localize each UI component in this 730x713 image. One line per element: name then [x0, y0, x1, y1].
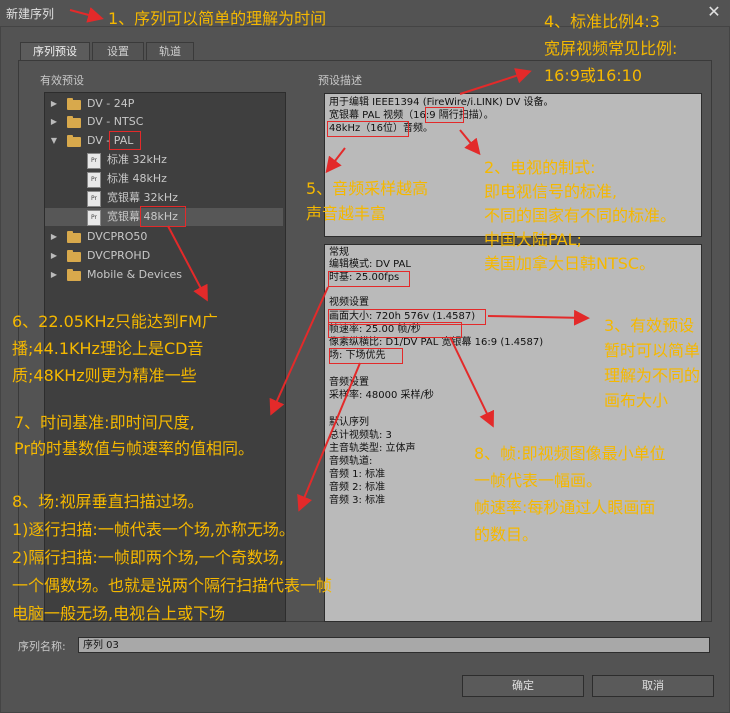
arrow-2 — [459, 129, 481, 156]
arrow-1 — [69, 7, 104, 23]
arrow-8-field — [297, 362, 361, 512]
sequence-name-label: 序列名称: — [18, 640, 66, 653]
arrow-6 — [167, 225, 208, 302]
arrow-5 — [325, 147, 346, 174]
sequence-name-input[interactable]: 序列 03 — [78, 637, 710, 653]
annotation-3: 3、有效预设 暂时可以简单 理解为不同的 画布大小 — [604, 316, 701, 410]
cancel-button[interactable]: 取消 — [592, 675, 714, 697]
annotation-5: 5、音频采样越高 声音越丰富 — [306, 179, 429, 223]
annotation-1: 1、序列可以简单的理解为时间 — [108, 9, 327, 28]
annotation-8-frame: 8、帧:即视频图像最小单位 一帧代表一幅画。 帧速率:每秒通过人眼画面 的数目。 — [474, 444, 666, 544]
arrow-8-frame — [449, 336, 494, 428]
annotation-2: 2、电视的制式: 即电视信号的标准, 不同的国家有不同的标准。 中国大陆PAL;… — [484, 158, 677, 273]
arrow-4 — [459, 68, 532, 95]
arrow-7 — [269, 286, 329, 416]
ok-button[interactable]: 确定 — [462, 675, 584, 697]
annotation-4: 4、标准比例4:3 宽屏视频常见比例: 16:9或16:10 — [544, 12, 678, 85]
annotation-7: 7、时间基准:即时间尺度, Pr的时基数值与帧速率的值相同。 — [14, 413, 254, 458]
annotation-8-field: 8、场:视屏垂直扫描过场。 1)逐行扫描:一帧代表一个场,亦称无场。 2)隔行扫… — [12, 492, 333, 623]
arrow-3 — [487, 309, 590, 326]
annotation-6: 6、22.05KHz只能达到FM广 播;44.1KHz理论上是CD音 质;48K… — [12, 312, 218, 385]
